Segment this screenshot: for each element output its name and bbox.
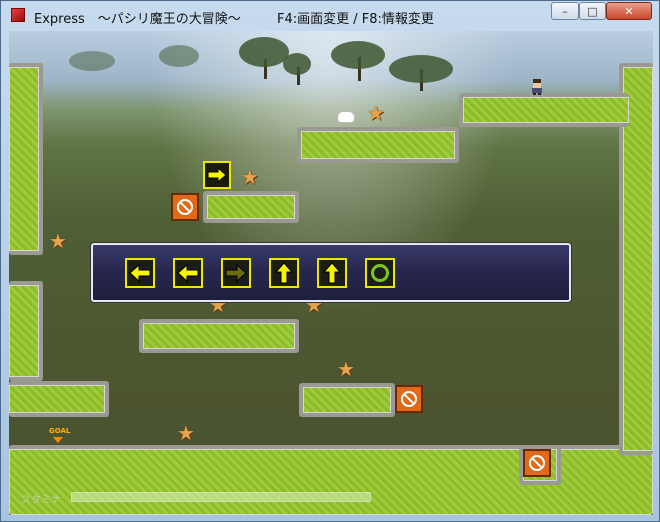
arrow-right-block: [203, 161, 231, 189]
stamina-label: スタミナ: [21, 495, 61, 506]
star-icon: ★: [177, 421, 195, 445]
stamina-fill: [72, 493, 370, 501]
window-title: Express ～パシリ魔王の大冒険～: [34, 12, 241, 27]
goal-label: GOAL: [49, 427, 71, 435]
title-bar[interactable]: Express ～パシリ魔王の大冒険～ F4:画面変更 / F8:情報変更 – …: [1, 1, 659, 31]
arrow-right-icon: [225, 264, 247, 282]
tree: [69, 51, 115, 71]
star-icon: ★: [367, 101, 385, 125]
star-icon: ★: [337, 357, 355, 381]
sheep-sprite: [337, 111, 355, 123]
arrow-up-icon: [323, 262, 341, 284]
command-slot[interactable]: [365, 258, 395, 288]
game-canvas[interactable]: ★ ★ ★ ★ ★ ★ ★ GOAL スタミナ: [9, 31, 653, 515]
tree: [331, 41, 385, 69]
arrow-left-icon: [177, 264, 199, 282]
no-entry-block: [171, 193, 199, 221]
arrow-up-icon: [275, 262, 293, 284]
maximize-button[interactable]: □: [579, 2, 606, 20]
tree: [283, 53, 311, 75]
no-entry-block: [395, 385, 423, 413]
minimize-button[interactable]: –: [551, 2, 579, 20]
left-ledge: [9, 381, 109, 417]
game-window: Express ～パシリ魔王の大冒険～ F4:画面変更 / F8:情報変更 – …: [0, 0, 660, 522]
stamina-bar: [71, 492, 371, 502]
top-right-ledge: [459, 93, 629, 127]
command-slot[interactable]: [269, 258, 299, 288]
close-button[interactable]: ✕: [606, 2, 652, 20]
star-icon: ★: [49, 229, 67, 253]
command-slot[interactable]: [125, 258, 155, 288]
left-wall-lower: [9, 281, 43, 381]
hero-sprite: [532, 79, 542, 95]
arrow-left-icon: [129, 264, 151, 282]
platform-mid: [203, 191, 299, 223]
platform-lower: [139, 319, 299, 353]
command-slot[interactable]: [173, 258, 203, 288]
goal-marker: GOAL: [49, 427, 71, 443]
no-entry-block: [523, 449, 551, 477]
platform-bottom: [299, 383, 395, 417]
tree: [159, 45, 199, 67]
goal-arrow-icon: [53, 437, 63, 443]
arrow-right-icon: [207, 167, 227, 183]
command-slot[interactable]: [317, 258, 347, 288]
star-icon: ★: [241, 165, 259, 189]
tree: [239, 37, 289, 67]
command-bar: [91, 243, 571, 302]
platform-top: [297, 127, 459, 163]
tree: [389, 55, 453, 83]
key-hint: F4:画面変更 / F8:情報変更: [277, 12, 434, 27]
ok-circle-icon: [371, 264, 389, 282]
app-icon: [11, 8, 25, 22]
left-wall-upper: [9, 63, 43, 255]
command-slot[interactable]: [221, 258, 251, 288]
